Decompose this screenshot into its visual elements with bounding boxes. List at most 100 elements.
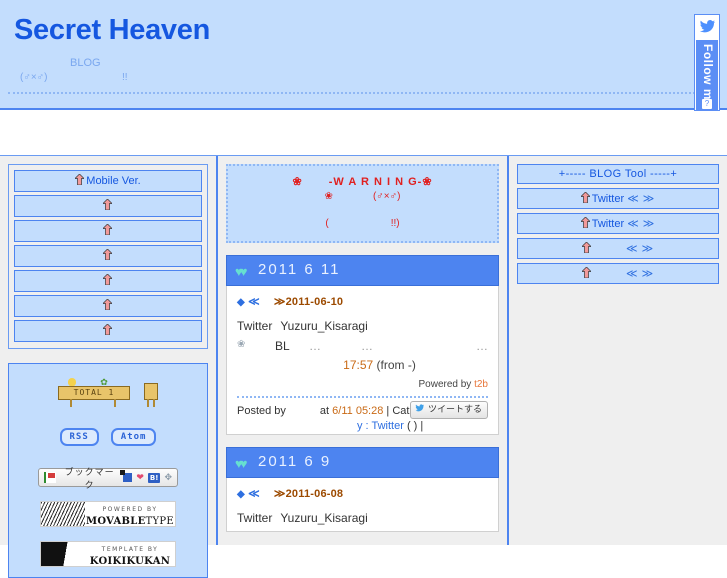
sidebar-item-3[interactable] xyxy=(14,220,202,242)
warning-gender: (♂×♂) xyxy=(372,191,401,202)
twitter-bird-icon xyxy=(415,404,427,414)
tweet-text-1: … xyxy=(309,339,321,353)
left-sidebar: Mobile Ver. ✿ TOTAL 1 RSS Atom ブックマーク ❤ … xyxy=(0,156,218,578)
sidebar-item-label: Mobile Ver. xyxy=(86,175,141,187)
entry-date-header: ♥♥ 2011 6 9 xyxy=(226,447,499,478)
sidebar-item-2[interactable] xyxy=(14,195,202,217)
tweet-text-3: … xyxy=(476,339,488,353)
movabletype-badge[interactable]: POWERED BY MOVABLETYPE xyxy=(40,501,176,527)
entry-footer: Posted by at 6/11 05:28 | Categor y : Twi… xyxy=(237,396,488,434)
warning-line-1: ❀ -W A R N I N G-❀ xyxy=(234,175,491,188)
tweet-time: 17:57 xyxy=(343,358,374,372)
entry-meta-line2: y : Twitter ( ) | xyxy=(357,420,423,432)
category-link[interactable]: y : Twitter xyxy=(357,420,404,432)
header-subtitle-gender: (♂×♂) xyxy=(20,72,48,83)
up-arrow-icon xyxy=(101,198,113,211)
posted-date: 6/11 05:28 xyxy=(332,405,384,417)
hatena-icon[interactable]: B! xyxy=(147,472,161,483)
tweet-source: (from -) xyxy=(376,358,416,372)
next-chevron-icon[interactable]: ≫ xyxy=(643,218,656,230)
posted-by-label: Posted by xyxy=(237,405,286,417)
rss-feed-button[interactable]: RSS xyxy=(59,428,99,446)
next-chevron-icon[interactable]: ≫ xyxy=(643,193,656,205)
prev-entry-link[interactable]: ≪ xyxy=(248,488,260,500)
main-content: ❀ -W A R N I N G-❀ ❀ (♂×♂) (!!) ♥♥ 2011 6 1… xyxy=(218,156,509,545)
up-arrow-icon xyxy=(579,191,591,204)
right-item-twitter-2[interactable]: Twitter ≪ ≫ xyxy=(517,213,719,234)
prev-chevron-icon[interactable]: ≪ xyxy=(626,243,639,255)
twitter-account-line: Twitter Yuzuru_Kisaragi xyxy=(237,511,488,525)
blog-tool-header: +----- BLOG Tool -----+ xyxy=(517,164,719,184)
right-item-twitter-1[interactable]: Twitter ≪ ≫ xyxy=(517,188,719,209)
post-plate xyxy=(144,383,158,400)
paw-icon: ❀ xyxy=(237,339,246,350)
twitter-username[interactable]: Yuzuru_Kisaragi xyxy=(280,319,367,333)
badge-small-text: TEMPLATE BY xyxy=(101,545,159,553)
twitter-account-line: Twitter Yuzuru_Kisaragi xyxy=(237,319,488,333)
tweet-timestamp: 17:57 (from -) xyxy=(237,358,488,372)
warning-paren-open: ( xyxy=(325,218,329,229)
right-item-4[interactable]: ≪ ≫ xyxy=(517,263,719,284)
prev-chevron-icon[interactable]: ≪ xyxy=(627,193,640,205)
help-icon[interactable]: ? xyxy=(702,99,712,109)
bookmark-toolbar[interactable]: ブックマーク ❤ B! ✥ xyxy=(38,468,178,491)
twitter-username[interactable]: Yuzuru_Kisaragi xyxy=(280,511,367,525)
tweet-text-2: … xyxy=(361,339,373,353)
badge-big-text: KOIKIKUKAN xyxy=(89,555,171,567)
entry-date-label: 2011 6 9 xyxy=(258,453,332,470)
next-chevron-icon[interactable]: ≫ xyxy=(642,268,655,280)
right-sidebar: +----- BLOG Tool -----+ Twitter ≪ ≫ Twit… xyxy=(509,156,727,545)
right-item-3[interactable]: ≪ ≫ xyxy=(517,238,719,259)
follow-me-strip[interactable]: Follow me ? xyxy=(696,40,718,110)
counter-plate: TOTAL 1 xyxy=(58,386,130,400)
next-chevron-icon[interactable]: ≫ xyxy=(642,243,655,255)
t2b-link[interactable]: t2b xyxy=(474,379,488,390)
entry-title: ◆ ≪ ≫2011-06-08 xyxy=(237,487,488,500)
heart-icon[interactable]: ❤ xyxy=(136,473,144,482)
warning-flower-2: ❀ xyxy=(324,191,333,202)
tweet-button[interactable]: ツイートする xyxy=(410,401,488,419)
gear-icon[interactable]: ✥ xyxy=(164,472,172,483)
up-arrow-icon xyxy=(101,223,113,236)
tweet-content-line: ❀ BL … … … xyxy=(237,339,488,353)
atom-feed-button[interactable]: Atom xyxy=(110,428,157,446)
posted-at-label: at xyxy=(319,405,330,417)
badge-big-text: MOVABLETYPE xyxy=(86,516,174,527)
warning-paren-close: !!) xyxy=(390,218,400,229)
badge-big-thin: TYPE xyxy=(145,515,175,527)
blog-entry: ◆ ≪ ≫2011-06-08 Twitter Yuzuru_Kisaragi xyxy=(226,478,499,532)
left-nav-panel: Mobile Ver. xyxy=(8,164,208,349)
sidebar-item-6[interactable] xyxy=(14,295,202,317)
entry-title-date[interactable]: 2011-06-08 xyxy=(286,488,344,500)
heart-icon: ♥♥ xyxy=(235,456,247,471)
right-item-label: Twitter xyxy=(591,218,625,230)
badge-text: POWERED BY MOVABLETYPE xyxy=(85,501,175,527)
counter-label: TOTAL xyxy=(73,388,103,397)
wave-art-icon xyxy=(41,502,85,526)
twitter-follow-badge[interactable]: Follow me ? xyxy=(694,14,720,111)
next-entry-link[interactable]: ≫ xyxy=(274,296,286,308)
powered-by-line: Powered by t2b xyxy=(237,379,489,396)
next-entry-link[interactable]: ≫ xyxy=(274,488,286,500)
prev-entry-link[interactable]: ≪ xyxy=(248,296,260,308)
sign-leg-right xyxy=(114,399,116,407)
twitter-bird-icon xyxy=(695,15,719,40)
heart-icon: ♥♥ xyxy=(235,264,247,279)
up-arrow-icon xyxy=(581,241,592,254)
sidebar-item-5[interactable] xyxy=(14,270,202,292)
warning-notice: ❀ -W A R N I N G-❀ ❀ (♂×♂) (!!) xyxy=(226,164,499,243)
prev-chevron-icon[interactable]: ≪ xyxy=(626,268,639,280)
tweet-button-label: ツイートする xyxy=(427,404,482,414)
sidebar-item-4[interactable] xyxy=(14,245,202,267)
sidebar-item-mobile-ver[interactable]: Mobile Ver. xyxy=(14,170,202,192)
sidebar-item-7[interactable] xyxy=(14,320,202,342)
up-arrow-icon xyxy=(579,216,591,229)
prev-chevron-icon[interactable]: ≪ xyxy=(627,218,640,230)
up-arrow-icon xyxy=(101,273,113,286)
entry-date-header: ♥♥ 2011 6 11 xyxy=(226,255,499,286)
post-leg-right xyxy=(153,399,155,407)
main-columns: Mobile Ver. ✿ TOTAL 1 RSS Atom ブックマーク ❤ … xyxy=(0,155,727,578)
entry-title-date[interactable]: 2011-06-10 xyxy=(286,296,344,308)
up-arrow-icon xyxy=(101,323,113,336)
delicious-icon[interactable] xyxy=(120,470,133,482)
